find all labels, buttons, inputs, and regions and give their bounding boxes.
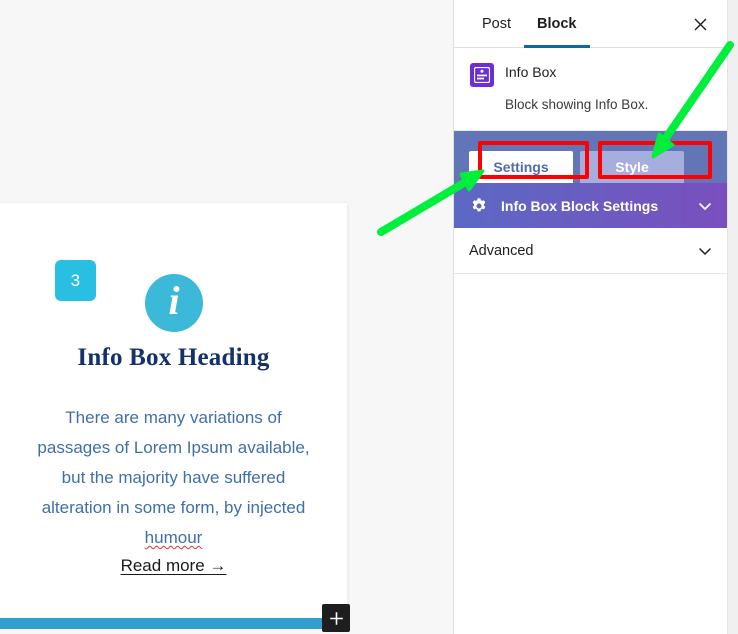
tab-post[interactable]: Post bbox=[469, 0, 524, 47]
annotation-rect-style bbox=[598, 141, 712, 179]
info-box-bottom-bar bbox=[0, 618, 325, 629]
read-more-link[interactable]: Read more → bbox=[0, 556, 347, 576]
chevron-down-icon bbox=[697, 198, 713, 214]
info-box-block-settings-panel-header[interactable]: Info Box Block Settings bbox=[454, 183, 727, 228]
gear-icon bbox=[470, 197, 488, 215]
block-inspector-sidebar: Post Block Info Box Block showing Info B… bbox=[453, 0, 727, 634]
block-summary-card: Info Box Block showing Info Box. bbox=[454, 48, 727, 131]
screen-root: 3 i Info Box Heading There are many vari… bbox=[0, 0, 738, 634]
info-circle-glyph: i bbox=[168, 278, 180, 323]
sidebar-tabbar: Post Block bbox=[454, 0, 727, 48]
block-summary-row: Info Box bbox=[470, 62, 711, 87]
window-right-rail bbox=[727, 0, 738, 634]
block-title: Info Box bbox=[505, 64, 557, 80]
advanced-panel-header[interactable]: Advanced bbox=[454, 228, 727, 274]
info-box-block-icon bbox=[470, 63, 494, 87]
read-more-label: Read more → bbox=[120, 556, 227, 575]
info-circle-icon[interactable]: i bbox=[145, 274, 203, 332]
add-block-button[interactable] bbox=[322, 604, 350, 632]
advanced-label: Advanced bbox=[469, 242, 534, 259]
tab-block-label: Block bbox=[537, 15, 577, 32]
tab-post-label: Post bbox=[482, 15, 512, 32]
tab-block[interactable]: Block bbox=[524, 0, 590, 48]
info-box-heading[interactable]: Info Box Heading bbox=[0, 344, 347, 372]
info-box-body-text[interactable]: There are many variations of passages of… bbox=[30, 403, 317, 553]
chevron-down-icon-advanced bbox=[697, 243, 713, 259]
canvas-top-space bbox=[0, 0, 453, 203]
info-box-number-badge[interactable]: 3 bbox=[55, 260, 96, 301]
spellcheck-word: humour bbox=[144, 528, 203, 547]
section-header-label: Info Box Block Settings bbox=[501, 197, 659, 214]
block-description: Block showing Info Box. bbox=[505, 97, 649, 112]
body-text-run: There are many variations of passages of… bbox=[37, 408, 310, 517]
editor-canvas: 3 i Info Box Heading There are many vari… bbox=[0, 0, 453, 634]
info-circle-shape: i bbox=[145, 274, 203, 332]
annotation-rect-settings bbox=[478, 141, 589, 179]
close-icon[interactable] bbox=[687, 11, 713, 37]
